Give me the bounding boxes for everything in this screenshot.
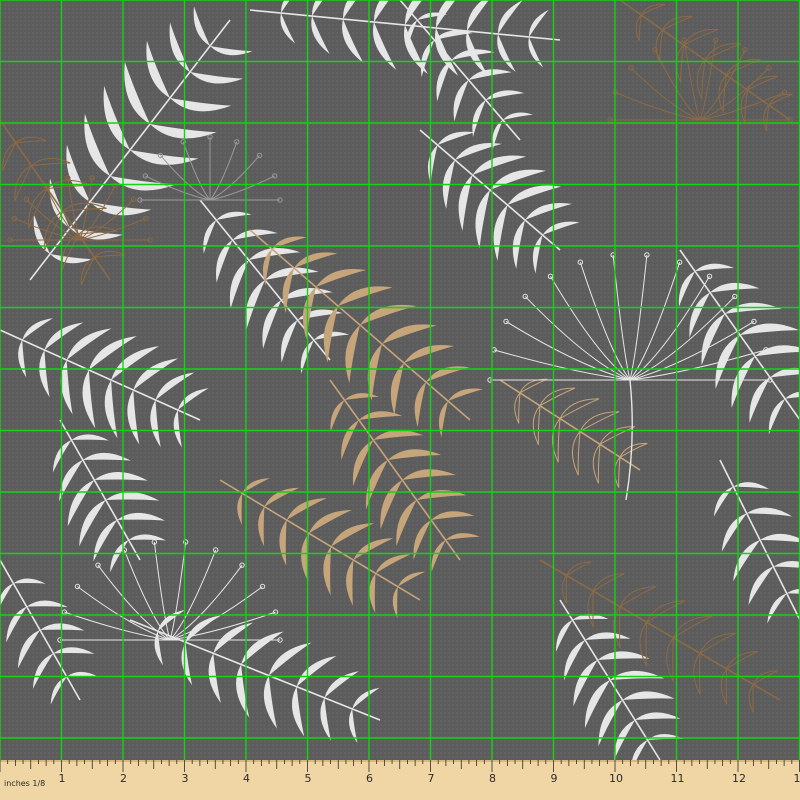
ruler-number: 3 <box>182 772 189 785</box>
ruler-number: 11 <box>671 772 685 785</box>
fabric-swatch-photo: 12345678910111213 inches 1/8 <box>0 0 800 800</box>
fabric-pattern <box>0 0 800 760</box>
ruler-number: 10 <box>609 772 623 785</box>
ruler-number: 5 <box>305 772 312 785</box>
ruler-number: 2 <box>120 772 127 785</box>
ruler-number: 1 <box>59 772 66 785</box>
ruler-number: 7 <box>428 772 435 785</box>
ruler-number: 13 <box>794 772 800 785</box>
measuring-ruler: 12345678910111213 inches 1/8 <box>0 760 800 800</box>
ruler-number: 9 <box>551 772 558 785</box>
ruler-number: 4 <box>243 772 250 785</box>
ruler-number: 6 <box>366 772 373 785</box>
ruler-number: 12 <box>732 772 746 785</box>
ruler-number: 8 <box>489 772 496 785</box>
ruler-unit-label: inches 1/8 <box>4 779 45 788</box>
